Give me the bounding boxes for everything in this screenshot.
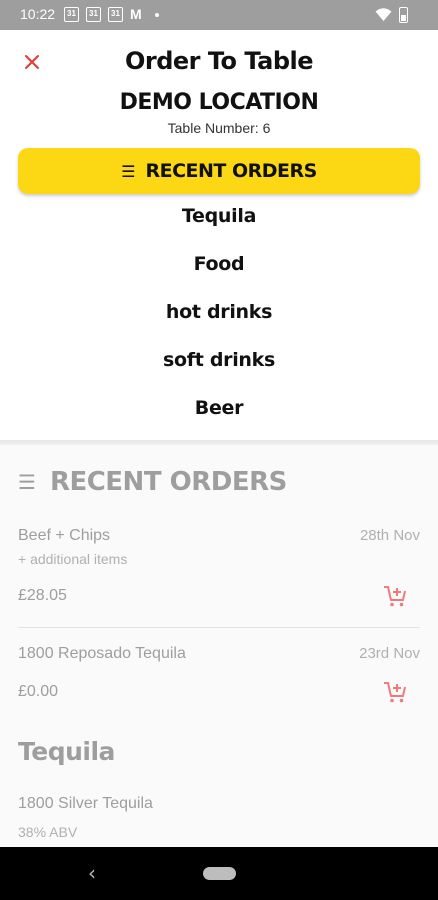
system-icons [375, 7, 408, 23]
battery-icon [399, 7, 408, 23]
gmail-icon: M [130, 6, 142, 22]
wifi-icon [375, 8, 392, 21]
calendar-icon: 31 [86, 7, 101, 22]
table-number: Table Number: 6 [167, 120, 271, 136]
category-soft-drinks[interactable]: soft drinks [0, 349, 438, 371]
location-name: DEMO LOCATION [119, 90, 319, 115]
product-name[interactable]: 1800 Silver Tequila [18, 795, 153, 813]
category-heading-tequila: Tequila [18, 737, 115, 766]
status-bar: 10:22 31 31 31 M [0, 0, 438, 30]
order-price: £28.05 [18, 587, 67, 604]
category-hot-drinks[interactable]: hot drinks [0, 301, 438, 323]
order-name: Beef + Chips [18, 527, 111, 544]
notification-icons: 31 31 31 M [64, 7, 159, 22]
back-chevron-icon[interactable]: ‹ [88, 861, 96, 885]
recent-orders-button-label: RECENT ORDERS [145, 160, 317, 182]
calendar-icon: 31 [108, 7, 123, 22]
row-divider [18, 627, 420, 628]
recent-orders-section-title: RECENT ORDERS [49, 467, 287, 497]
add-to-cart-icon [384, 682, 406, 703]
reorder-button[interactable] [382, 583, 408, 609]
category-food[interactable]: Food [0, 253, 438, 275]
page-title: Order To Table [124, 47, 314, 75]
category-beer[interactable]: Beer [0, 397, 438, 419]
order-name: 1800 Reposado Tequila [18, 645, 186, 662]
more-notifications-dot-icon [154, 12, 159, 17]
status-time: 10:22 [20, 6, 56, 22]
menu-content: ☰ RECENT ORDERS Beef + Chips 28th Nov + … [0, 445, 438, 847]
order-sheet: Order To Table DEMO LOCATION Table Numbe… [0, 30, 438, 440]
recent-orders-button[interactable]: ☰ RECENT ORDERS [18, 148, 420, 194]
order-date: 28th Nov [359, 527, 420, 544]
system-navigation-bar: ‹ [0, 847, 438, 900]
hamburger-menu-icon: ☰ [18, 470, 36, 494]
order-price: £0.00 [18, 683, 59, 700]
calendar-icon: 31 [64, 7, 79, 22]
order-additional-items: + additional items [18, 551, 128, 567]
category-tequila[interactable]: Tequila [0, 205, 438, 227]
hamburger-menu-icon: ☰ [121, 161, 136, 181]
reorder-button[interactable] [382, 679, 408, 705]
order-date: 23rd Nov [359, 645, 420, 662]
product-abv: 38% ABV [18, 824, 78, 840]
recent-orders-section-header: ☰ RECENT ORDERS [18, 467, 287, 497]
add-to-cart-icon [384, 586, 406, 607]
home-pill-icon[interactable] [203, 867, 236, 880]
